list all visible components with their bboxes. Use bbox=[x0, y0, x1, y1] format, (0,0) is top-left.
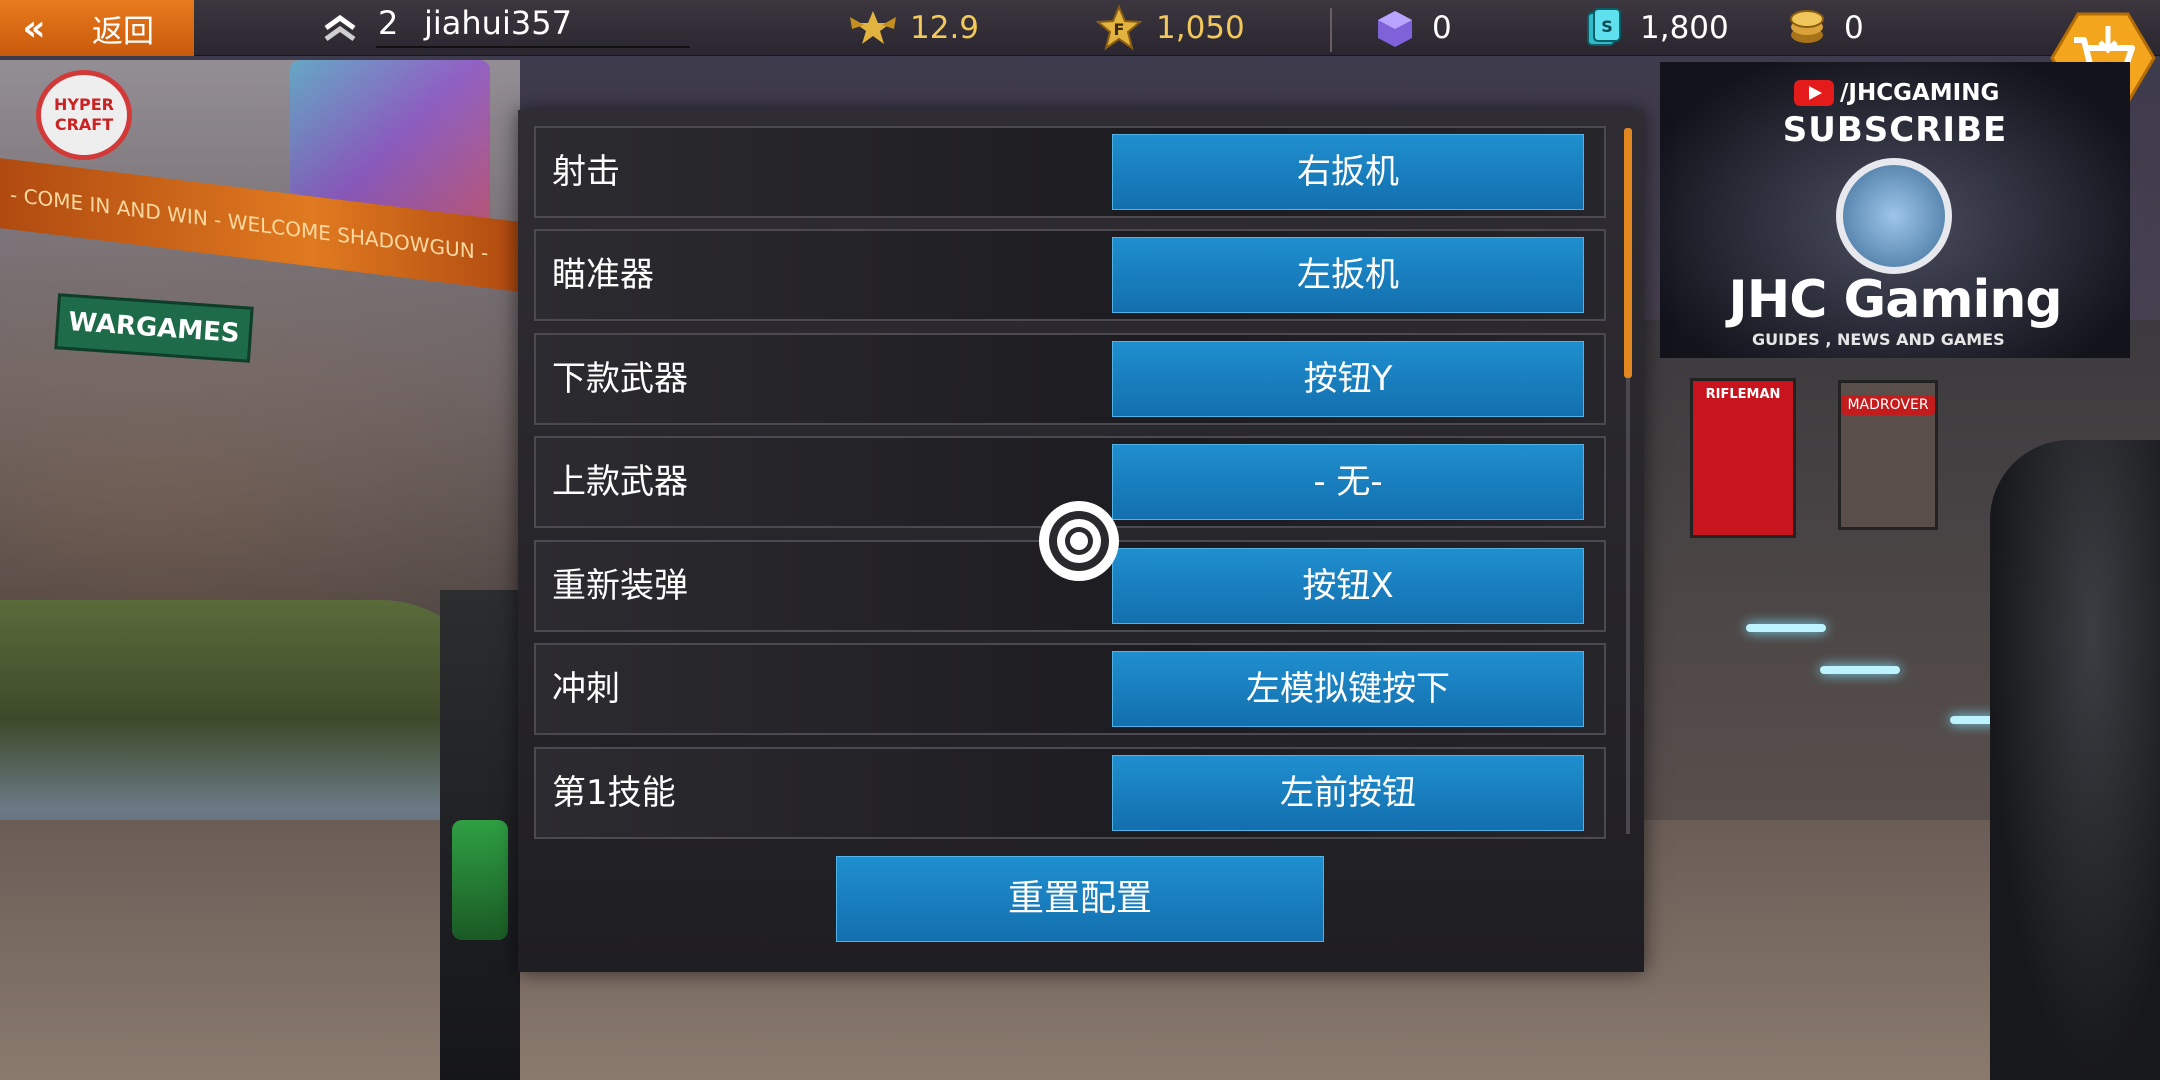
control-action-label: 下款武器 bbox=[552, 359, 688, 399]
control-row: 冲刺 左模拟键按下 bbox=[534, 643, 1606, 735]
gems-stat: 0 bbox=[1370, 0, 1452, 56]
control-action-label: 射击 bbox=[552, 152, 620, 192]
rifleman-ad: RIFLEMAN bbox=[1690, 378, 1796, 538]
control-action-label: 上款武器 bbox=[552, 462, 688, 502]
control-binding-button[interactable]: 按钮X bbox=[1112, 548, 1584, 624]
control-row: 下款武器 按钮Y bbox=[534, 333, 1606, 425]
svg-text:F: F bbox=[1114, 20, 1125, 39]
player-username: jiahui357 bbox=[424, 4, 572, 42]
credits-stack-icon: S bbox=[1587, 8, 1621, 46]
scrollbar-thumb[interactable] bbox=[1624, 128, 1632, 378]
gold-stat: 0 bbox=[1782, 0, 1864, 56]
top-bar: « 返回 2 jiahui357 12.9 F 1,050 0 S 1,800 … bbox=[0, 0, 2160, 56]
youtube-promo-panel: /JHCGAMING SUBSCRIBE JHC Gaming GUIDES ,… bbox=[1660, 62, 2130, 358]
double-chevron-left-icon: « bbox=[22, 7, 45, 49]
target-reticle-icon bbox=[1039, 501, 1119, 581]
control-binding-button[interactable]: 右扳机 bbox=[1112, 134, 1584, 210]
control-row: 第1技能 左前按钮 bbox=[534, 747, 1606, 839]
fame-stat: F 1,050 bbox=[1094, 0, 1245, 56]
gold-coin-icon bbox=[1790, 10, 1824, 43]
promo-handle-row: /JHCGAMING bbox=[1794, 80, 1999, 106]
character-weapon bbox=[452, 820, 508, 940]
gem-cube-icon bbox=[1378, 11, 1412, 47]
control-action-label: 第1技能 bbox=[552, 773, 676, 813]
jhc-logo-icon bbox=[1836, 158, 1952, 274]
player-rank: 2 bbox=[378, 4, 399, 42]
gold-value: 0 bbox=[1844, 10, 1864, 46]
madrover-label: MADROVER bbox=[1841, 395, 1935, 415]
control-binding-button[interactable]: 左扳机 bbox=[1112, 237, 1584, 313]
promo-brand: JHC Gaming bbox=[1728, 270, 2062, 330]
control-row: 瞄准器 左扳机 bbox=[534, 229, 1606, 321]
control-binding-button[interactable]: 按钮Y bbox=[1112, 341, 1584, 417]
control-action-label: 冲刺 bbox=[552, 669, 620, 709]
power-stat: 12.9 bbox=[848, 0, 979, 56]
gems-value: 0 bbox=[1432, 10, 1452, 46]
control-row: 射击 右扳机 bbox=[534, 126, 1606, 218]
fame-value: 1,050 bbox=[1156, 10, 1245, 46]
topbar-divider bbox=[1330, 8, 1332, 52]
fame-star-icon: F bbox=[1095, 5, 1143, 51]
svg-text:S: S bbox=[1601, 17, 1613, 36]
control-mapping-list[interactable]: 射击 右扳机 瞄准器 左扳机 下款武器 按钮Y 上款武器 - 无- 重新装弹 按… bbox=[534, 126, 1612, 842]
back-label: 返回 bbox=[92, 13, 154, 50]
stair-light bbox=[1746, 624, 1826, 632]
promo-handle: /JHCGAMING bbox=[1840, 80, 2000, 106]
control-action-label: 瞄准器 bbox=[552, 255, 654, 295]
stair-light bbox=[1820, 666, 1900, 674]
winged-star-icon bbox=[850, 11, 896, 44]
credits-stat: S 1,800 bbox=[1578, 0, 1729, 56]
promo-tagline: GUIDES , NEWS AND GAMES bbox=[1752, 330, 2005, 349]
control-binding-button[interactable]: 左模拟键按下 bbox=[1112, 651, 1584, 727]
credits-value: 1,800 bbox=[1640, 10, 1729, 46]
character-silhouette bbox=[1990, 440, 2160, 1080]
hyper-craft-sign: HYPER CRAFT bbox=[36, 70, 132, 160]
username-underline bbox=[376, 46, 690, 48]
control-binding-button[interactable]: 左前按钮 bbox=[1112, 755, 1584, 831]
reset-config-button[interactable]: 重置配置 bbox=[836, 856, 1324, 942]
rank-chevron-icon bbox=[324, 14, 356, 42]
control-binding-button[interactable]: - 无- bbox=[1112, 444, 1584, 520]
youtube-icon bbox=[1794, 80, 1834, 106]
control-action-label: 重新装弹 bbox=[552, 566, 688, 606]
power-value: 12.9 bbox=[910, 10, 980, 46]
madrover-ad: MADROVER bbox=[1838, 380, 1938, 530]
back-button[interactable]: « 返回 bbox=[0, 0, 194, 56]
promo-subscribe: SUBSCRIBE bbox=[1782, 110, 2008, 150]
